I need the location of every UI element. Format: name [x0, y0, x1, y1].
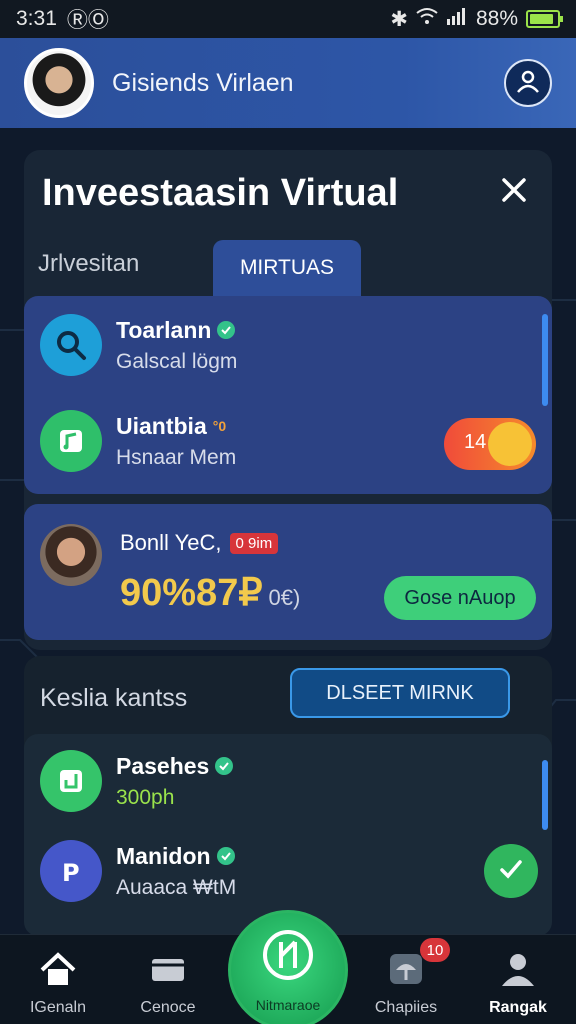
item-subtitle: Auaaca ₩tM — [116, 875, 237, 899]
results-list: Pasehes 300ph P Manidon Auaaca ₩tM — [24, 734, 552, 936]
results-section: Keslia kantss DLSEET MIRNK Pasehes 300ph… — [24, 656, 552, 936]
wifi-icon — [416, 7, 438, 31]
user-avatar[interactable] — [24, 48, 94, 118]
signal-icon — [446, 7, 468, 31]
verified-icon — [216, 847, 235, 865]
scrollbar[interactable] — [542, 314, 548, 406]
item-title: Manidon — [116, 842, 211, 869]
status-badge: 0 9im — [229, 532, 279, 554]
item-subtitle: Hsnaar Mem — [116, 445, 237, 469]
battery-percent: 88% — [475, 7, 518, 30]
user-icon — [515, 68, 541, 99]
svg-text:P: P — [62, 859, 80, 887]
list-item[interactable]: Pasehes 300ph — [40, 750, 234, 812]
item-subtitle: 300ph — [116, 785, 175, 809]
check-icon — [498, 856, 524, 887]
profile-icon — [470, 947, 566, 991]
verified-icon — [217, 321, 236, 339]
wallet-icon — [120, 947, 216, 991]
item-toggle[interactable]: 14 — [444, 418, 536, 470]
nav-label: Nitmaraoe — [255, 996, 321, 1013]
stat-label: Bonll YeC, — [120, 530, 222, 555]
account-button[interactable] — [504, 59, 552, 107]
profile-header: Gisiends Virlaen — [0, 38, 576, 128]
toggle-value: 14 — [464, 431, 487, 453]
status-bar: 3:31 ⓇⓄ ✱ 88% — [0, 0, 576, 38]
avatar — [40, 524, 102, 586]
investment-list: Toarlann Galscal lögm Uiantbia °0 Hsnaar … — [24, 296, 552, 494]
close-icon — [501, 177, 527, 208]
list-item[interactable]: Uiantbia °0 Hsnaar Mem — [40, 410, 236, 472]
notification-badge: 10 — [420, 938, 450, 962]
download-icon — [40, 750, 102, 812]
toggle-knob — [488, 422, 532, 466]
nav-label: Chapiies — [374, 999, 438, 1016]
list-item[interactable]: P Manidon Auaaca ₩tM — [40, 840, 236, 902]
bluetooth-icon: ✱ — [390, 7, 408, 31]
nav-home[interactable]: IGenaln — [10, 947, 106, 1017]
status-extra: ⓇⓄ — [66, 9, 109, 32]
nav-profile[interactable]: Rangak — [470, 947, 566, 1017]
scrollbar[interactable] — [542, 760, 548, 830]
confirm-button[interactable] — [484, 844, 538, 898]
stat-value: 90%87₽ — [120, 572, 263, 614]
battery-icon — [526, 10, 563, 28]
parking-icon: P — [40, 840, 102, 902]
item-title: Toarlann — [116, 316, 212, 343]
item-subtitle: Galscal lögm — [116, 349, 238, 373]
stat-value-suffix: 0€) — [268, 585, 301, 610]
section-title: Keslia kantss — [40, 684, 188, 712]
item-tag: °0 — [212, 418, 227, 434]
panel-title: Inveestaasin Virtual — [42, 172, 399, 214]
user-name: Gisiends Virlaen — [112, 68, 294, 97]
center-icon — [261, 928, 315, 987]
investment-panel: Inveestaasin Virtual Jrlvesitan MIRTUAS … — [24, 150, 552, 650]
select-button[interactable]: DLSEET MIRNK — [290, 668, 510, 718]
nav-label: Rangak — [489, 999, 547, 1016]
item-title: Uiantbia — [116, 412, 207, 439]
music-note-icon — [40, 410, 102, 472]
tab-virtual[interactable]: MIRTUAS — [213, 240, 361, 296]
nav-center-button[interactable]: Nitmaraoe — [228, 910, 348, 1024]
tab-investments[interactable]: Jrlvesitan — [38, 250, 139, 278]
close-button[interactable] — [494, 172, 534, 212]
nav-label: Cenoce — [140, 999, 196, 1016]
item-title: Pasehes — [116, 752, 210, 779]
status-time: 3:31 — [16, 7, 57, 30]
nav-label: IGenaln — [29, 999, 87, 1016]
search-icon — [40, 314, 102, 376]
list-item[interactable]: Toarlann Galscal lögm — [40, 314, 237, 376]
home-icon — [10, 947, 106, 991]
nav-wallet[interactable]: Cenoce — [120, 947, 216, 1017]
verified-icon — [215, 757, 234, 775]
stat-action-button[interactable]: Gose nAuop — [384, 576, 536, 620]
stat-card: Bonll YeC, 0 9im 90%87₽ 0€) Gose nAuop — [24, 504, 552, 640]
